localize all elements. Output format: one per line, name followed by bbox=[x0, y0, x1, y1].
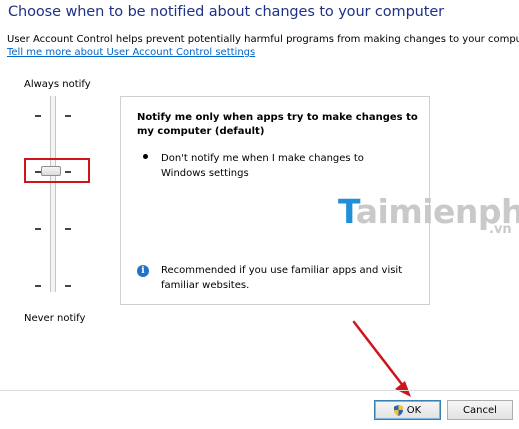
ok-button-label: OK bbox=[406, 404, 422, 416]
watermark-suffix: .vn bbox=[489, 222, 512, 237]
info-icon: i bbox=[137, 265, 149, 277]
slider-tick bbox=[65, 285, 71, 287]
slider-tick bbox=[35, 228, 41, 230]
uac-help-link[interactable]: Tell me more about User Account Control … bbox=[7, 47, 255, 58]
slider-track[interactable] bbox=[50, 96, 56, 292]
slider-highlight-box bbox=[24, 158, 90, 183]
cancel-button[interactable]: Cancel bbox=[447, 400, 513, 420]
uac-shield-icon bbox=[393, 404, 403, 416]
setting-description-panel: Notify me only when apps try to make cha… bbox=[120, 96, 430, 305]
cancel-button-label: Cancel bbox=[463, 404, 497, 416]
ok-button[interactable]: OK bbox=[374, 400, 441, 420]
bullet-dot bbox=[143, 154, 148, 159]
panel-bullet-text: Don't notify me when I make changes to W… bbox=[161, 153, 364, 179]
slider-tick bbox=[65, 115, 71, 117]
never-notify-label: Never notify bbox=[24, 313, 86, 324]
slider-tick bbox=[35, 115, 41, 117]
always-notify-label: Always notify bbox=[24, 79, 91, 90]
panel-recommendation-text: Recommended if you use familiar apps and… bbox=[161, 265, 403, 291]
page-title: Choose when to be notified about changes… bbox=[8, 4, 445, 20]
slider-tick bbox=[35, 285, 41, 287]
uac-description: User Account Control helps prevent poten… bbox=[7, 34, 519, 45]
panel-heading: Notify me only when apps try to make cha… bbox=[137, 112, 418, 137]
slider-tick bbox=[65, 228, 71, 230]
footer-divider bbox=[0, 390, 519, 391]
